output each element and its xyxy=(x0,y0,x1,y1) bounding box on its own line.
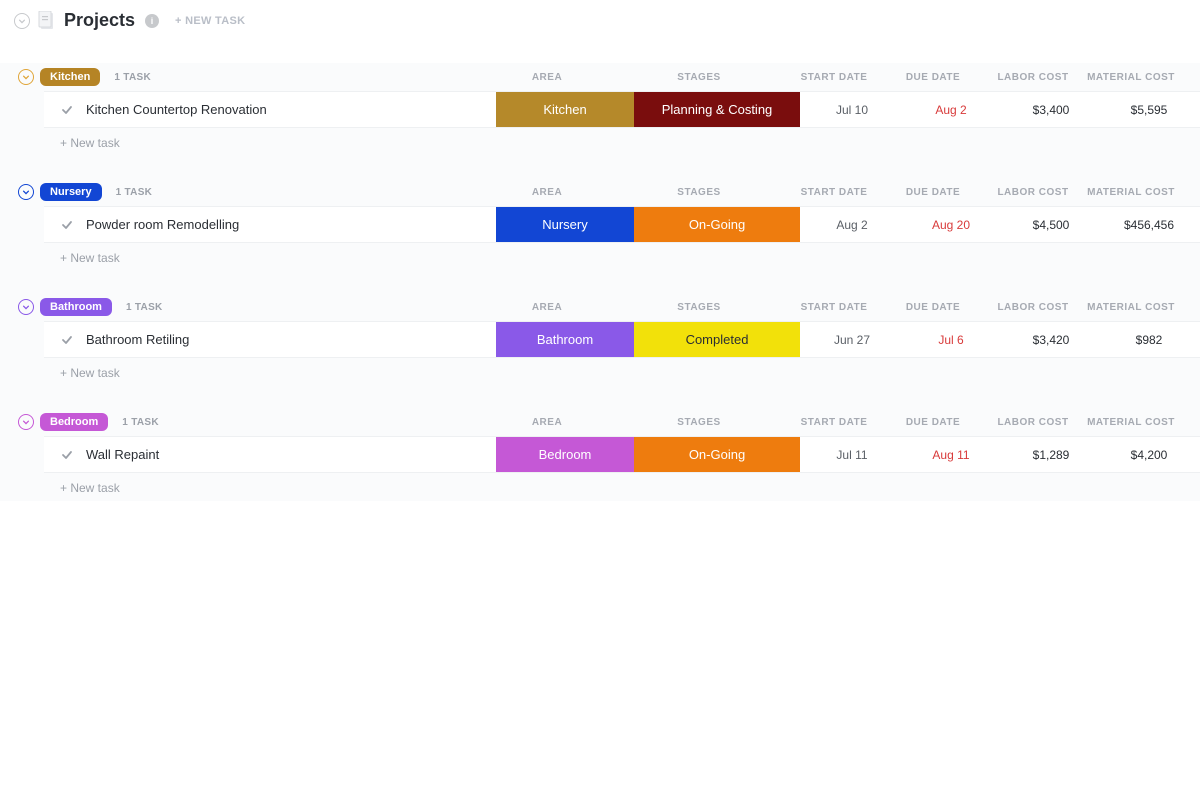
task-row[interactable]: Kitchen Countertop Renovation Kitchen Pl… xyxy=(44,91,1200,128)
column-header-labor-cost[interactable]: LABOR COST xyxy=(980,417,1086,428)
column-header-material-cost[interactable]: MATERIAL COST xyxy=(1086,72,1182,83)
area-cell[interactable]: Bedroom xyxy=(496,437,634,472)
check-icon[interactable] xyxy=(60,448,74,462)
task-name: Powder room Remodelling xyxy=(86,217,239,232)
column-header-start-date[interactable]: START DATE xyxy=(782,302,886,313)
task-name-cell[interactable]: Wall Repaint xyxy=(44,437,496,472)
collapse-all-icon[interactable] xyxy=(14,13,30,29)
task-name-cell[interactable]: Kitchen Countertop Renovation xyxy=(44,92,496,127)
group-header: Bedroom 1 TASK AREA STAGES START DATE DU… xyxy=(0,408,1200,436)
column-header-stages[interactable]: STAGES xyxy=(616,417,782,428)
due-date-cell[interactable]: Jul 6 xyxy=(904,322,998,357)
new-task-row[interactable]: + New task xyxy=(0,473,1200,501)
labor-cost-cell[interactable]: $3,400 xyxy=(998,92,1104,127)
group-bathroom: Bathroom 1 TASK AREA STAGES START DATE D… xyxy=(0,293,1200,386)
stage-cell[interactable]: Completed xyxy=(634,322,800,357)
labor-cost-cell[interactable]: $3,420 xyxy=(998,322,1104,357)
task-row[interactable]: Wall Repaint Bedroom On-Going Jul 11 Aug… xyxy=(44,436,1200,473)
task-count: 1 TASK xyxy=(114,72,151,83)
column-header-due-date[interactable]: DUE DATE xyxy=(886,187,980,198)
collapse-group-icon[interactable] xyxy=(18,414,34,430)
area-cell[interactable]: Bathroom xyxy=(496,322,634,357)
task-count: 1 TASK xyxy=(122,417,159,428)
column-header-material-cost[interactable]: MATERIAL COST xyxy=(1086,302,1182,313)
task-name: Bathroom Retiling xyxy=(86,332,189,347)
collapse-group-icon[interactable] xyxy=(18,299,34,315)
task-row[interactable]: Bathroom Retiling Bathroom Completed Jun… xyxy=(44,321,1200,358)
group-pill[interactable]: Nursery xyxy=(40,183,102,201)
group-pill[interactable]: Bathroom xyxy=(40,298,112,316)
task-name: Wall Repaint xyxy=(86,447,159,462)
new-task-row[interactable]: + New task xyxy=(0,358,1200,386)
task-row[interactable]: Powder room Remodelling Nursery On-Going… xyxy=(44,206,1200,243)
column-header-labor-cost[interactable]: LABOR COST xyxy=(980,187,1086,198)
start-date-cell[interactable]: Jun 27 xyxy=(800,322,904,357)
material-cost-cell[interactable]: $982 xyxy=(1104,322,1200,357)
task-count: 1 TASK xyxy=(126,302,163,313)
column-header-start-date[interactable]: START DATE xyxy=(782,72,886,83)
column-header-due-date[interactable]: DUE DATE xyxy=(886,417,980,428)
area-cell[interactable]: Nursery xyxy=(496,207,634,242)
group-header: Kitchen 1 TASK AREA STAGES START DATE DU… xyxy=(0,63,1200,91)
task-count: 1 TASK xyxy=(116,187,153,198)
task-name-cell[interactable]: Bathroom Retiling xyxy=(44,322,496,357)
due-date-cell[interactable]: Aug 2 xyxy=(904,92,998,127)
group-header: Nursery 1 TASK AREA STAGES START DATE DU… xyxy=(0,178,1200,206)
column-header-material-cost[interactable]: MATERIAL COST xyxy=(1086,417,1182,428)
material-cost-cell[interactable]: $4,200 xyxy=(1104,437,1200,472)
group-pill[interactable]: Bedroom xyxy=(40,413,108,431)
area-cell[interactable]: Kitchen xyxy=(496,92,634,127)
column-header-stages[interactable]: STAGES xyxy=(616,187,782,198)
groups-container: Kitchen 1 TASK AREA STAGES START DATE DU… xyxy=(0,63,1200,501)
column-header-stages[interactable]: STAGES xyxy=(616,302,782,313)
column-header-area[interactable]: AREA xyxy=(478,72,616,83)
group-nursery: Nursery 1 TASK AREA STAGES START DATE DU… xyxy=(0,178,1200,271)
labor-cost-cell[interactable]: $4,500 xyxy=(998,207,1104,242)
check-icon[interactable] xyxy=(60,218,74,232)
start-date-cell[interactable]: Aug 2 xyxy=(800,207,904,242)
column-header-due-date[interactable]: DUE DATE xyxy=(886,302,980,313)
labor-cost-cell[interactable]: $1,289 xyxy=(998,437,1104,472)
task-name: Kitchen Countertop Renovation xyxy=(86,102,267,117)
group-pill[interactable]: Kitchen xyxy=(40,68,100,86)
column-header-area[interactable]: AREA xyxy=(478,417,616,428)
task-name-cell[interactable]: Powder room Remodelling xyxy=(44,207,496,242)
due-date-cell[interactable]: Aug 11 xyxy=(904,437,998,472)
start-date-cell[interactable]: Jul 11 xyxy=(800,437,904,472)
new-task-button[interactable]: + NEW TASK xyxy=(175,15,245,27)
due-date-cell[interactable]: Aug 20 xyxy=(904,207,998,242)
check-icon[interactable] xyxy=(60,333,74,347)
new-task-row[interactable]: + New task xyxy=(0,243,1200,271)
page-header: Projects i + NEW TASK xyxy=(0,0,1200,41)
stage-cell[interactable]: On-Going xyxy=(634,437,800,472)
column-header-start-date[interactable]: START DATE xyxy=(782,417,886,428)
collapse-group-icon[interactable] xyxy=(18,184,34,200)
column-header-area[interactable]: AREA xyxy=(478,302,616,313)
projects-doc-icon xyxy=(38,11,56,31)
column-header-material-cost[interactable]: MATERIAL COST xyxy=(1086,187,1182,198)
material-cost-cell[interactable]: $456,456 xyxy=(1104,207,1200,242)
group-bedroom: Bedroom 1 TASK AREA STAGES START DATE DU… xyxy=(0,408,1200,501)
stage-cell[interactable]: On-Going xyxy=(634,207,800,242)
collapse-group-icon[interactable] xyxy=(18,69,34,85)
check-icon[interactable] xyxy=(60,103,74,117)
stage-cell[interactable]: Planning & Costing xyxy=(634,92,800,127)
material-cost-cell[interactable]: $5,595 xyxy=(1104,92,1200,127)
column-header-labor-cost[interactable]: LABOR COST xyxy=(980,302,1086,313)
group-kitchen: Kitchen 1 TASK AREA STAGES START DATE DU… xyxy=(0,63,1200,156)
column-header-start-date[interactable]: START DATE xyxy=(782,187,886,198)
column-header-due-date[interactable]: DUE DATE xyxy=(886,72,980,83)
column-header-area[interactable]: AREA xyxy=(478,187,616,198)
page-title: Projects xyxy=(64,10,135,31)
new-task-row[interactable]: + New task xyxy=(0,128,1200,156)
group-header: Bathroom 1 TASK AREA STAGES START DATE D… xyxy=(0,293,1200,321)
column-header-stages[interactable]: STAGES xyxy=(616,72,782,83)
info-icon[interactable]: i xyxy=(145,14,159,28)
start-date-cell[interactable]: Jul 10 xyxy=(800,92,904,127)
column-header-labor-cost[interactable]: LABOR COST xyxy=(980,72,1086,83)
